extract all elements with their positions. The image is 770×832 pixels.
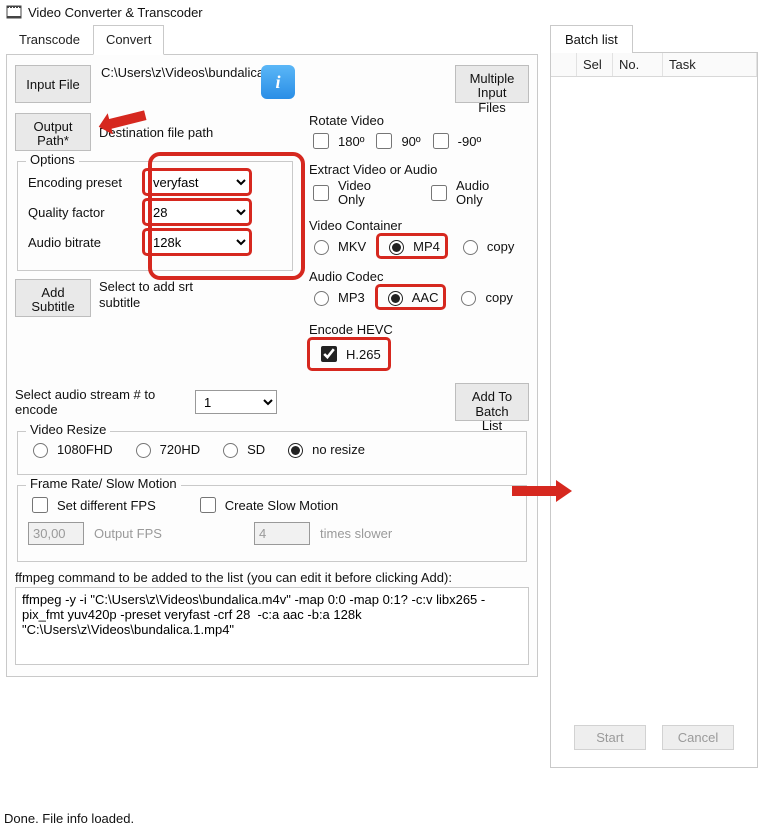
audio-bitrate-label: Audio bitrate [28, 235, 136, 250]
rotate-label: Rotate Video [309, 113, 529, 128]
resize-sd-radio[interactable]: SD [218, 440, 265, 458]
info-icon[interactable]: i [261, 65, 295, 99]
quality-factor-label: Quality factor [28, 205, 136, 220]
acodec-mp3-radio[interactable]: MP3 [309, 288, 365, 306]
audio-only-check[interactable]: Audio Only [427, 179, 489, 206]
resize-1080-radio[interactable]: 1080FHD [28, 440, 113, 458]
set-fps-check[interactable]: Set different FPS [28, 494, 156, 516]
tab-transcode[interactable]: Transcode [6, 25, 93, 55]
input-file-path: C:\Users\z\Videos\bundalica.m4v [101, 65, 251, 81]
times-slower-label: times slower [320, 526, 392, 541]
encoding-preset-label: Encoding preset [28, 175, 136, 190]
app-icon [6, 4, 22, 20]
rotate-90-check[interactable]: 90º [372, 130, 420, 152]
output-fps-input [28, 522, 84, 545]
add-to-batch-button[interactable]: Add To Batch List [455, 383, 529, 421]
batch-list-tab[interactable]: Batch list [550, 25, 633, 53]
slowmo-check[interactable]: Create Slow Motion [196, 494, 338, 516]
encoding-preset-select[interactable]: veryfast [144, 170, 250, 194]
container-mp4-radio[interactable]: MP4 [378, 235, 446, 257]
acodec-copy-radio[interactable]: copy [456, 288, 512, 306]
window-title: Video Converter & Transcoder [28, 5, 203, 20]
status-bar: Done. File info loaded. [4, 811, 134, 826]
tab-convert[interactable]: Convert [93, 25, 165, 55]
output-fps-label: Output FPS [94, 526, 244, 541]
cancel-button[interactable]: Cancel [662, 725, 734, 750]
options-legend: Options [26, 152, 79, 167]
h265-check[interactable]: H.265 [309, 339, 389, 369]
ffmpeg-cmd-header: ffmpeg command to be added to the list (… [15, 570, 529, 585]
slowmo-factor-input [254, 522, 310, 545]
container-label: Video Container [309, 218, 529, 233]
rotate-180-check[interactable]: 180º [309, 130, 364, 152]
acodec-label: Audio Codec [309, 269, 529, 284]
container-mkv-radio[interactable]: MKV [309, 237, 366, 255]
acodec-aac-radio[interactable]: AAC [377, 286, 445, 308]
input-file-button[interactable]: Input File [15, 65, 91, 103]
audio-stream-label: Select audio stream # to encode [15, 387, 175, 418]
batch-list-body [551, 77, 757, 717]
resize-720-radio[interactable]: 720HD [131, 440, 200, 458]
video-only-check[interactable]: Video Only [309, 179, 371, 206]
add-subtitle-button[interactable]: Add Subtitle [15, 279, 91, 317]
quality-factor-select[interactable]: 28 [144, 200, 250, 224]
batch-list-header: Sel No. Task [551, 53, 757, 77]
framerate-legend: Frame Rate/ Slow Motion [26, 476, 181, 491]
resize-none-radio[interactable]: no resize [283, 440, 365, 458]
hevc-label: Encode HEVC [309, 322, 529, 337]
extract-label: Extract Video or Audio [309, 162, 529, 177]
output-path-button[interactable]: Output Path* [15, 113, 91, 151]
audio-bitrate-select[interactable]: 128k [144, 230, 250, 254]
container-copy-radio[interactable]: copy [458, 237, 514, 255]
resize-legend: Video Resize [26, 422, 110, 437]
add-subtitle-hint: Select to add srt subtitle [99, 279, 229, 310]
main-tabs: Transcode Convert [6, 24, 538, 55]
multiple-input-button[interactable]: Multiple Input Files [455, 65, 529, 103]
audio-stream-select[interactable]: 1 [195, 390, 277, 414]
rotate-neg90-check[interactable]: -90º [429, 130, 482, 152]
dest-path-label: Destination file path [99, 125, 213, 140]
ffmpeg-cmd-textarea[interactable]: ffmpeg -y -i "C:\Users\z\Videos\bundalic… [15, 587, 529, 665]
start-button[interactable]: Start [574, 725, 646, 750]
